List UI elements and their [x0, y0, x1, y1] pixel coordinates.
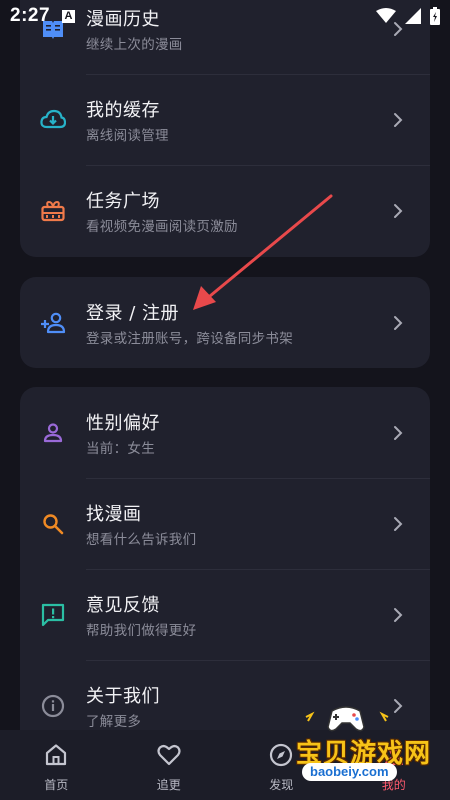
history-subtitle: 继续上次的漫画 — [86, 37, 183, 53]
feedback-subtitle: 帮助我们做得更好 — [86, 623, 197, 639]
feedback-title: 意见反馈 — [86, 595, 160, 616]
tab-discover-label: 发现 — [269, 778, 294, 792]
sparkle-icon — [305, 711, 389, 722]
menu-card-account: 登录 / 注册 登录或注册账号，跨设备同步书架 — [20, 277, 430, 368]
status-time: 2:27 — [10, 5, 51, 26]
chevron-right-icon — [394, 426, 403, 440]
tab-follow-label: 追更 — [156, 778, 181, 792]
watermark: 宝贝游戏网 baobeiy.com — [296, 697, 450, 797]
signal-icon — [405, 8, 421, 24]
cache-item[interactable]: 我的缓存 离线阅读管理 — [20, 74, 430, 165]
task-square-subtitle: 看视频免漫画阅读页激励 — [86, 219, 238, 235]
find-comics-subtitle: 想看什么告诉我们 — [86, 532, 197, 548]
chevron-right-icon — [394, 316, 403, 330]
login-register-title: 登录 / 注册 — [86, 303, 180, 324]
settings-list: 漫画历史 继续上次的漫画 我的缓存 离线阅读管理 任务广场 看视频免漫画阅读页激… — [0, 0, 450, 730]
add-user-icon — [41, 312, 66, 334]
chevron-right-icon — [394, 608, 403, 622]
discover-icon — [270, 743, 293, 767]
task-square-title: 任务广场 — [86, 191, 160, 212]
notification-icon: A — [62, 9, 76, 23]
home-icon — [46, 744, 67, 766]
person-icon — [43, 423, 63, 443]
chevron-right-icon — [394, 517, 403, 531]
battery-icon — [430, 7, 440, 25]
menu-card-main: 漫画历史 继续上次的漫画 我的缓存 离线阅读管理 任务广场 看视频免漫画阅读页激… — [20, 0, 430, 257]
gender-preference-item[interactable]: 性别偏好 当前：女生 — [20, 387, 430, 478]
about-us-subtitle: 了解更多 — [86, 714, 142, 730]
chevron-right-icon — [394, 113, 403, 127]
feedback-icon — [41, 603, 65, 627]
tab-follow[interactable]: 追更 — [113, 730, 226, 800]
find-comics-title: 找漫画 — [86, 504, 142, 525]
cache-subtitle: 离线阅读管理 — [86, 128, 169, 144]
cache-title: 我的缓存 — [86, 100, 160, 121]
search-icon — [43, 514, 64, 535]
gender-preference-subtitle: 当前：女生 — [86, 441, 155, 457]
tab-home[interactable]: 首页 — [0, 730, 113, 800]
find-comics-item[interactable]: 找漫画 想看什么告诉我们 — [20, 478, 430, 569]
cloud-download-icon — [40, 109, 66, 129]
gift-icon — [41, 200, 65, 222]
login-register-item[interactable]: 登录 / 注册 登录或注册账号，跨设备同步书架 — [20, 277, 430, 368]
task-square-item[interactable]: 任务广场 看视频免漫画阅读页激励 — [20, 165, 430, 256]
about-us-title: 关于我们 — [86, 686, 160, 707]
menu-card-more: 性别偏好 当前：女生 找漫画 想看什么告诉我们 意见反馈 帮助我们做得更好 关于… — [20, 387, 430, 730]
feedback-item[interactable]: 意见反馈 帮助我们做得更好 — [20, 569, 430, 660]
info-icon — [41, 694, 65, 718]
status-bar: 2:27 A — [0, 0, 450, 32]
watermark-url: baobeiy.com — [302, 763, 397, 781]
heart-icon — [157, 744, 181, 766]
chevron-right-icon — [394, 204, 403, 218]
wifi-icon — [376, 8, 396, 23]
login-register-subtitle: 登录或注册账号，跨设备同步书架 — [86, 331, 293, 347]
tab-home-label: 首页 — [44, 778, 69, 792]
gender-preference-title: 性别偏好 — [86, 413, 160, 434]
